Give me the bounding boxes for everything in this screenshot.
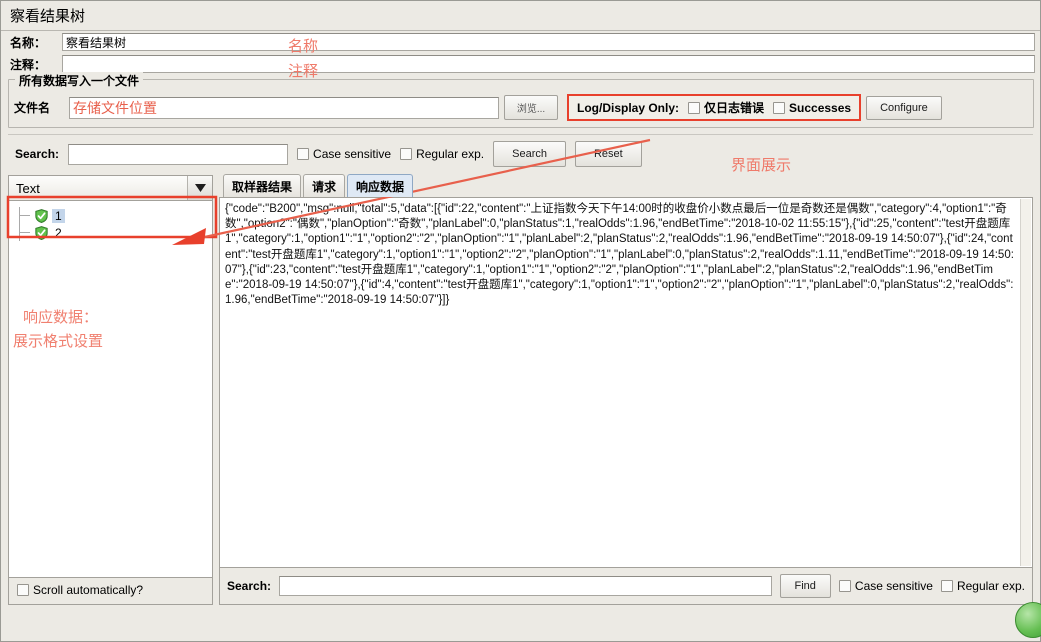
checkbox-box[interactable] <box>940 580 953 592</box>
results-tree[interactable]: 1 2 响应数据： 展示格式设置 <box>8 201 213 578</box>
write-all-data-group-title: 所有数据写入一个文件 <box>15 72 144 89</box>
main-split: Text 1 2 响应数据： 展示格式设置 Scroll automatical… <box>8 174 1041 638</box>
tree-node[interactable]: 2 <box>19 224 212 241</box>
filename-input[interactable] <box>69 96 499 119</box>
tree-node-label: 2 <box>55 225 62 240</box>
top-case-sensitive-label: Case sensitive <box>313 147 392 161</box>
green-shield-check-icon <box>35 208 48 223</box>
name-row: 名称： <box>1 31 1040 53</box>
write-all-data-group-wrap: 所有数据写入一个文件 文件名 浏览... Log/Display Only: 仅… <box>8 72 1034 128</box>
checkbox-box[interactable] <box>17 584 29 596</box>
bottom-search-bar: Search: Find Case sensitive Regular exp. <box>219 568 1041 638</box>
response-format-annotation-line1: 响应数据： <box>23 309 99 326</box>
successes-checkbox[interactable]: Successes <box>773 101 851 115</box>
scroll-automatically-checkbox[interactable]: Scroll automatically? <box>17 583 143 597</box>
configure-button[interactable]: Configure <box>866 95 942 120</box>
checkbox-box[interactable] <box>838 580 851 592</box>
bottom-search-label: Search: <box>227 579 272 593</box>
log-display-only-box: Log/Display Only: 仅日志错误 Successes <box>567 94 862 121</box>
green-circle-icon <box>1015 602 1041 638</box>
bottom-regular-exp-label: Regular exp. <box>956 579 1025 593</box>
top-search-input[interactable] <box>68 143 289 165</box>
comment-input[interactable] <box>62 55 1035 73</box>
renderer-combobox[interactable]: Text <box>8 175 213 201</box>
bottom-regular-exp-checkbox[interactable]: Regular exp. <box>940 579 1025 593</box>
top-search-button[interactable]: Search <box>493 141 566 167</box>
errors-only-label: 仅日志错误 <box>704 101 765 115</box>
page-title: 察看结果树 <box>10 8 86 25</box>
log-display-only-label: Log/Display Only: <box>577 100 680 115</box>
tree-node-label: 1 <box>52 208 65 223</box>
bottom-case-sensitive-label: Case sensitive <box>854 579 933 593</box>
filename-label: 文件名 <box>14 101 51 115</box>
filename-row: 文件名 浏览... Log/Display Only: 仅日志错误 Succes… <box>14 94 1028 121</box>
find-button[interactable]: Find <box>779 574 831 598</box>
top-reset-button[interactable]: Reset <box>574 141 642 167</box>
top-regular-exp-checkbox[interactable]: Regular exp. <box>400 147 484 161</box>
errors-only-checkbox[interactable]: 仅日志错误 <box>688 99 764 116</box>
chevron-down-icon[interactable] <box>187 176 212 200</box>
response-format-annotation-line2: 展示格式设置 <box>13 333 104 350</box>
response-data-viewer[interactable]: {"code":"B200","msg":null,"total":5,"dat… <box>219 197 1033 568</box>
response-vertical-scrollbar[interactable] <box>1020 199 1031 566</box>
left-panel: Text 1 2 响应数据： 展示格式设置 Scroll automatical… <box>8 175 213 605</box>
tab-request[interactable]: 请求 <box>303 174 346 197</box>
view-results-tree-window: 察看结果树 名称： 注释： 所有数据写入一个文件 文件名 浏览... Log/D… <box>0 0 1041 642</box>
green-shield-check-icon <box>35 225 48 240</box>
renderer-combobox-value: Text <box>16 180 40 196</box>
top-regular-exp-label: Regular exp. <box>416 147 485 161</box>
bottom-case-sensitive-checkbox[interactable]: Case sensitive <box>838 579 933 593</box>
checkbox-box[interactable] <box>773 101 786 114</box>
name-label: 名称： <box>10 35 47 50</box>
scroll-automatically-row: Scroll automatically? <box>8 578 213 605</box>
scroll-automatically-label: Scroll automatically? <box>33 583 144 597</box>
tree-hook <box>19 224 34 241</box>
top-search-label: Search: <box>15 147 60 161</box>
checkbox-box[interactable] <box>400 148 413 160</box>
tree-hook <box>19 207 34 224</box>
window-titlebar: 察看结果树 <box>1 1 1040 31</box>
browse-button[interactable]: 浏览... <box>504 95 558 120</box>
tab-sampler-result[interactable]: 取样器结果 <box>223 174 302 197</box>
response-data-text: {"code":"B200","msg":null,"total":5,"dat… <box>225 203 1014 307</box>
bottom-search-input[interactable] <box>279 576 772 596</box>
right-panel: 取样器结果 请求 响应数据 {"code":"B200","msg":null,… <box>219 174 1041 638</box>
comment-label: 注释： <box>10 57 47 72</box>
top-case-sensitive-checkbox[interactable]: Case sensitive <box>297 147 391 161</box>
write-all-data-group: 所有数据写入一个文件 文件名 浏览... Log/Display Only: 仅… <box>8 72 1034 128</box>
checkbox-box[interactable] <box>688 101 701 114</box>
successes-label: Successes <box>789 100 852 115</box>
top-search-bar: Search: Case sensitive Regular exp. Sear… <box>8 134 1033 173</box>
tab-response-data[interactable]: 响应数据 <box>347 174 414 197</box>
comment-row: 注释： <box>1 53 1040 75</box>
name-input[interactable] <box>62 33 1035 51</box>
result-tabs: 取样器结果 请求 响应数据 <box>219 174 1033 197</box>
checkbox-box[interactable] <box>297 148 310 160</box>
tree-node[interactable]: 1 <box>19 207 212 224</box>
